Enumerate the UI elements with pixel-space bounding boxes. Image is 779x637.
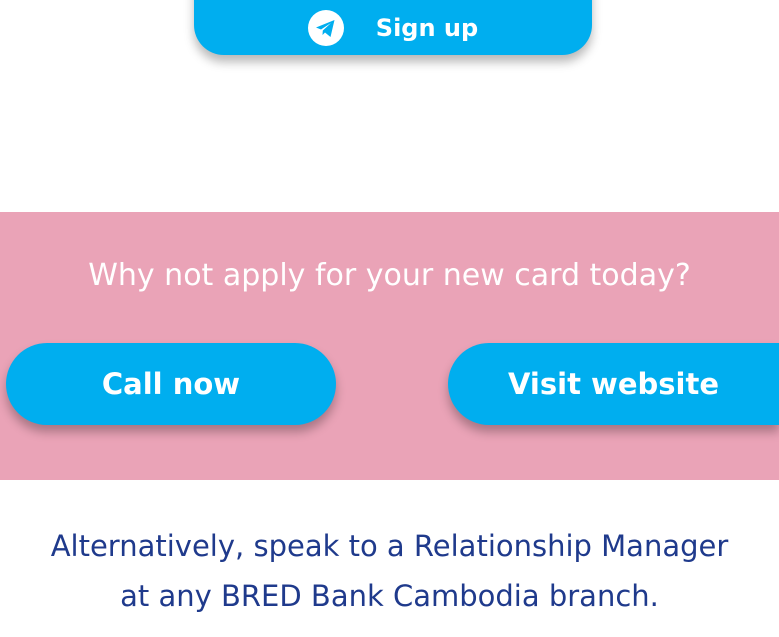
visit-website-button[interactable]: Visit website xyxy=(448,343,779,425)
call-now-label: Call now xyxy=(101,367,241,401)
sign-up-label: Sign up xyxy=(375,13,479,42)
footer-line-2: at any BRED Bank Cambodia branch. xyxy=(120,579,659,613)
call-now-button[interactable]: Call now xyxy=(6,343,336,425)
visit-website-label: Visit website xyxy=(508,367,719,401)
telegram-icon xyxy=(307,9,344,46)
sign-up-button[interactable]: Sign up xyxy=(194,0,592,55)
relationship-manager-note: Alternatively, speak to a Relationship M… xyxy=(0,521,779,621)
apply-banner: Why not apply for your new card today? C… xyxy=(0,212,779,480)
banner-headline: Why not apply for your new card today? xyxy=(88,258,691,293)
footer-line-1: Alternatively, speak to a Relationship M… xyxy=(50,529,729,563)
